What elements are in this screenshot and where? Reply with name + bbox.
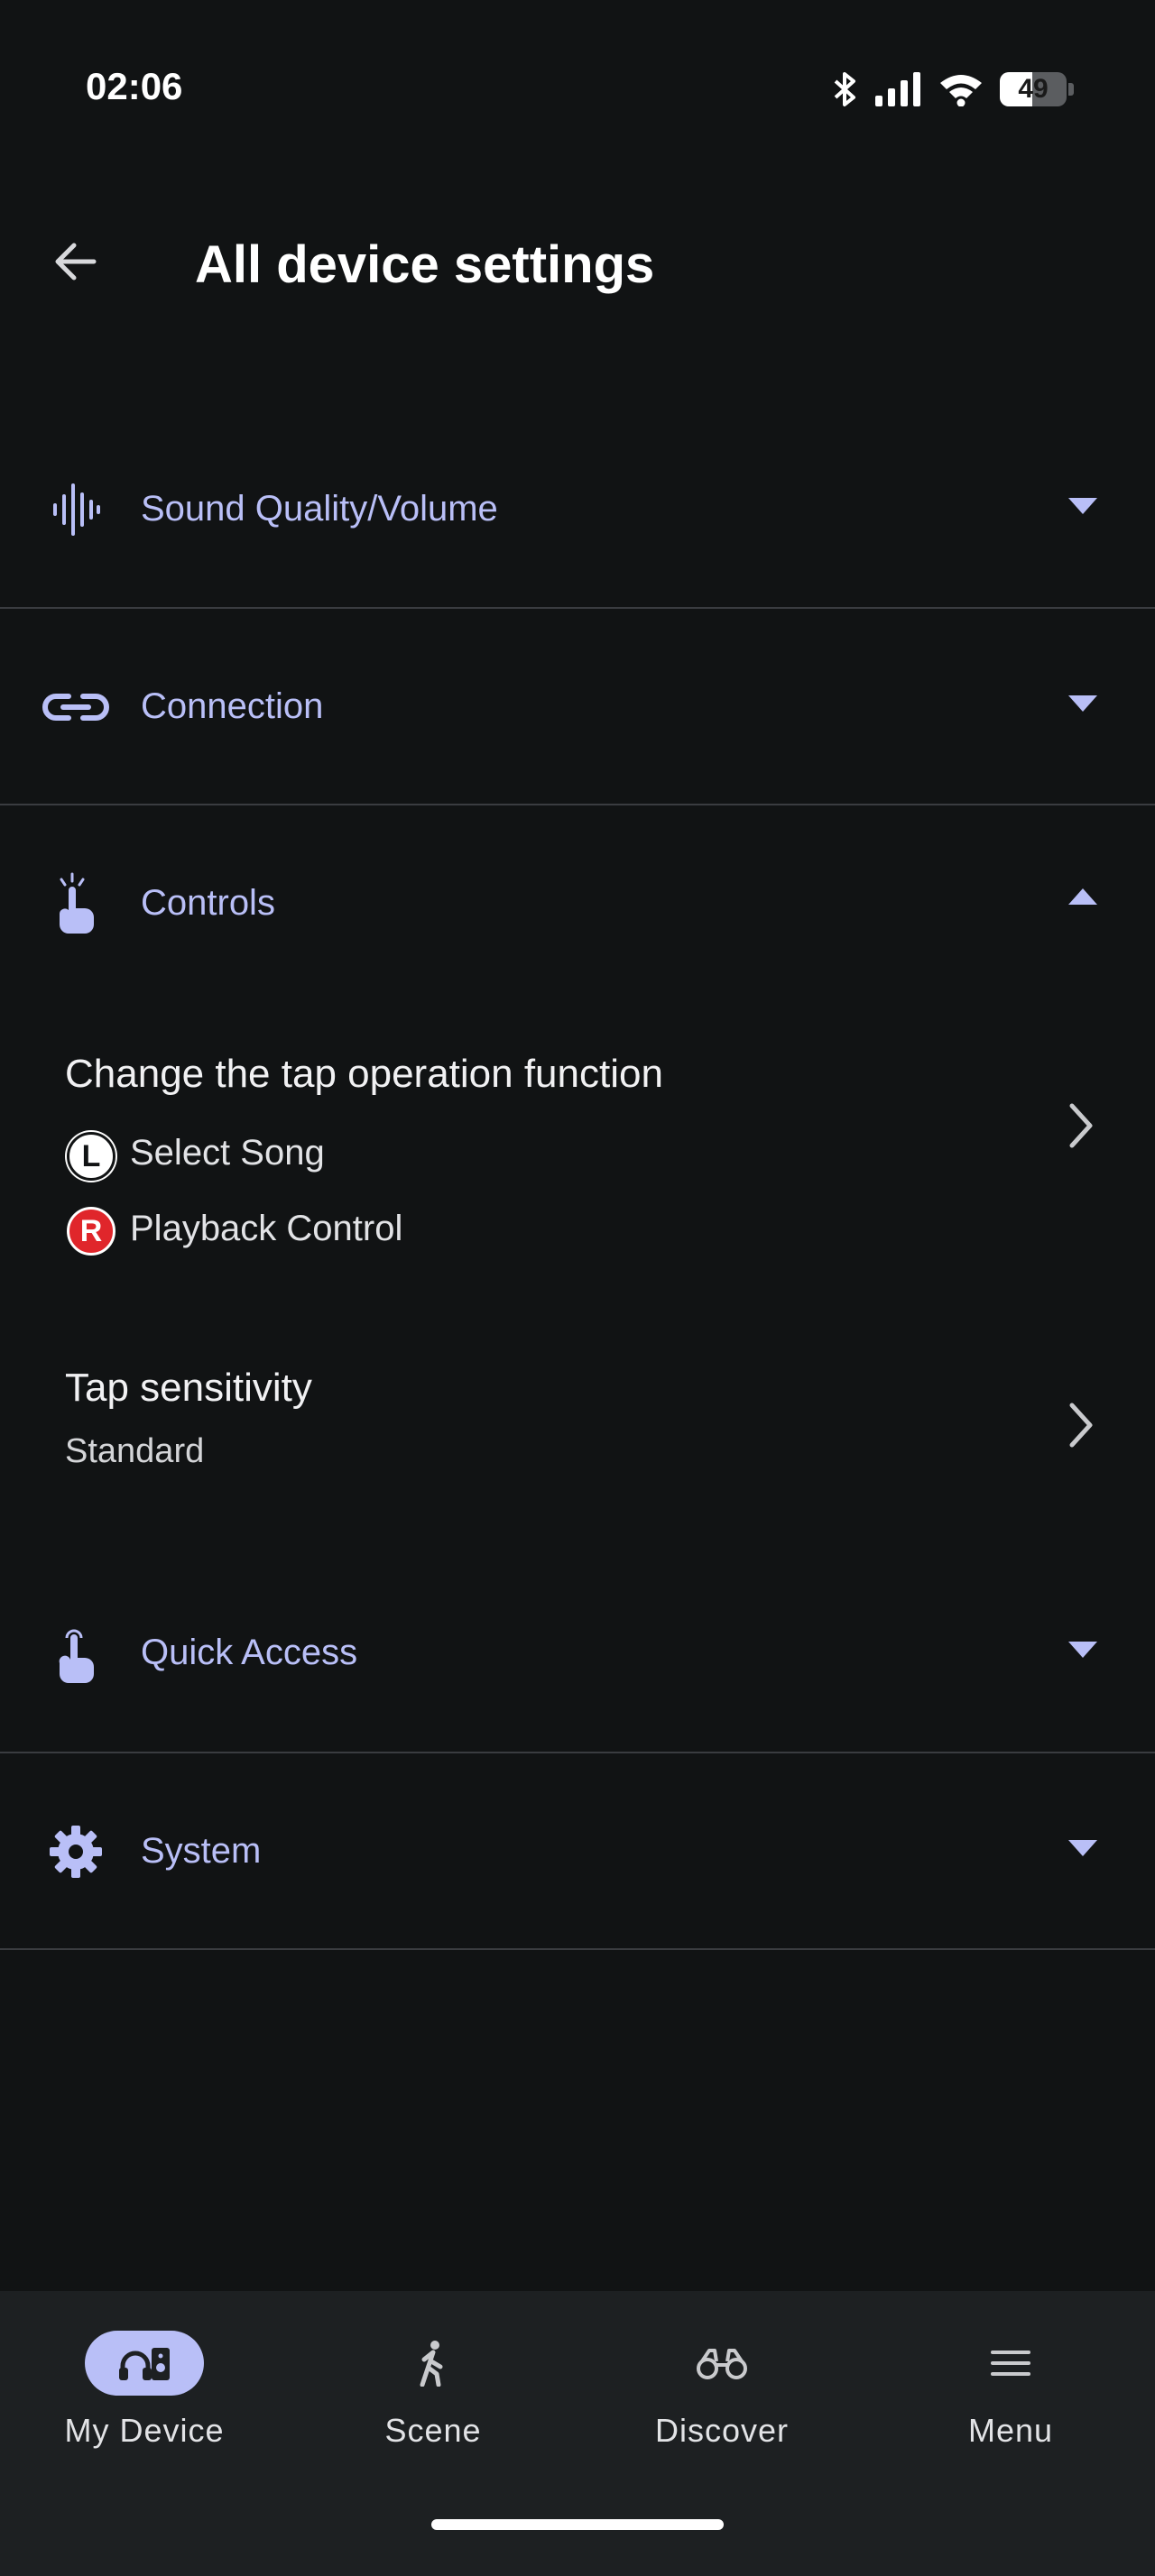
left-earbud-badge: L bbox=[67, 1132, 116, 1181]
section-label: Sound Quality/Volume bbox=[141, 489, 498, 529]
section-controls[interactable]: Controls bbox=[0, 805, 1155, 1002]
bluetooth-icon bbox=[834, 72, 855, 106]
section-sound-quality[interactable]: Sound Quality/Volume bbox=[0, 411, 1155, 608]
bottom-navigation: My Device Scene Discover Menu bbox=[0, 2291, 1155, 2576]
home-indicator[interactable] bbox=[431, 2519, 724, 2530]
caret-down-icon bbox=[1068, 498, 1097, 514]
setting-title: Tap sensitivity bbox=[65, 1366, 312, 1410]
arrow-left-icon bbox=[55, 243, 97, 281]
right-earbud-badge: R bbox=[67, 1207, 116, 1256]
nav-label: Menu bbox=[967, 2412, 1054, 2449]
left-function-value: Select Song bbox=[130, 1133, 325, 1173]
gear-icon bbox=[40, 1822, 112, 1881]
hand-touch-icon bbox=[40, 1624, 112, 1683]
setting-title: Change the tap operation function bbox=[65, 1052, 663, 1096]
nav-item-my-device[interactable]: My Device bbox=[0, 2313, 289, 2493]
status-icons: 49 bbox=[832, 70, 1074, 108]
tap-sensitivity-item[interactable]: Tap sensitivity Standard bbox=[0, 1335, 1155, 1515]
app-header: All device settings bbox=[0, 207, 1155, 316]
chevron-right-icon bbox=[1069, 1103, 1093, 1148]
section-quick-access[interactable]: Quick Access bbox=[0, 1555, 1155, 1752]
tap-operation-function-item[interactable]: Change the tap operation function L Sele… bbox=[0, 1010, 1155, 1281]
sound-wave-icon bbox=[40, 480, 112, 539]
setting-value: Standard bbox=[65, 1432, 205, 1470]
nav-label: Scene bbox=[384, 2412, 482, 2449]
touch-icon bbox=[40, 872, 112, 934]
section-system[interactable]: System bbox=[0, 1753, 1155, 1950]
caret-up-icon bbox=[1068, 888, 1097, 905]
walking-person-icon bbox=[374, 2331, 493, 2396]
wifi-icon bbox=[940, 75, 982, 106]
nav-label: My Device bbox=[64, 2412, 225, 2449]
back-button[interactable] bbox=[40, 225, 112, 298]
section-label: Connection bbox=[141, 686, 324, 726]
section-label: Quick Access bbox=[141, 1633, 358, 1672]
status-bar: 02:06 49 bbox=[0, 0, 1155, 180]
signal-icon bbox=[875, 72, 920, 106]
caret-down-icon bbox=[1068, 1642, 1097, 1658]
nav-label: Discover bbox=[654, 2412, 790, 2449]
nav-item-scene[interactable]: Scene bbox=[289, 2313, 578, 2493]
status-time: 02:06 bbox=[86, 65, 183, 107]
link-icon bbox=[40, 677, 112, 737]
caret-down-icon bbox=[1068, 695, 1097, 712]
section-connection[interactable]: Connection bbox=[0, 609, 1155, 805]
section-label: Controls bbox=[141, 883, 275, 923]
chevron-right-icon bbox=[1069, 1403, 1093, 1448]
divider bbox=[0, 1948, 1155, 1950]
battery-level: 49 bbox=[1018, 74, 1049, 104]
section-label: System bbox=[141, 1831, 262, 1871]
caret-down-icon bbox=[1068, 1840, 1097, 1856]
nav-item-menu[interactable]: Menu bbox=[866, 2313, 1155, 2493]
device-icon bbox=[85, 2331, 204, 2396]
battery-icon: 49 bbox=[1000, 72, 1074, 106]
hamburger-menu-icon bbox=[951, 2331, 1070, 2396]
right-function-value: Playback Control bbox=[130, 1209, 403, 1248]
page-title: All device settings bbox=[195, 235, 655, 294]
nav-item-discover[interactable]: Discover bbox=[578, 2313, 866, 2493]
binoculars-icon bbox=[662, 2331, 781, 2396]
